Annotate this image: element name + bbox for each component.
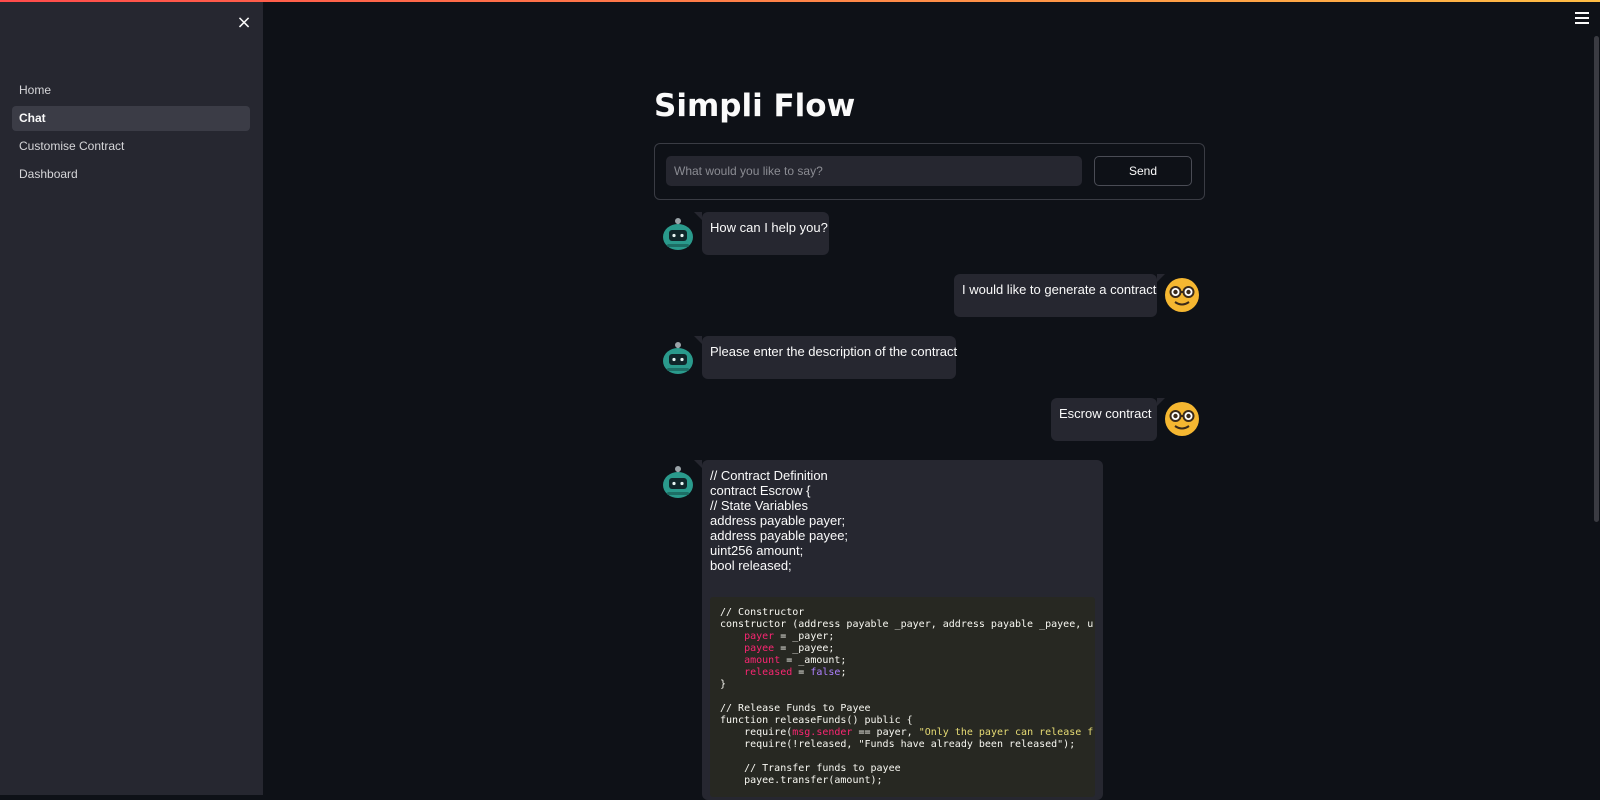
message-bubble: I would like to generate a contract [954, 274, 1165, 317]
text-line: // Contract Definition [710, 468, 828, 483]
sidebar-item-home[interactable]: Home [12, 78, 250, 103]
code-line: } [720, 679, 727, 690]
code-line: // Release Funds to Payee [720, 703, 871, 714]
code-line: payee = _payee; [720, 643, 1095, 655]
code-line: require(!released, "Funds have already b… [720, 739, 1076, 750]
nerd-face-icon [1165, 278, 1199, 312]
text-line: address payable payee; [710, 528, 849, 543]
close-icon: × [236, 12, 252, 33]
message-text: I would like to generate a contract [962, 282, 1157, 297]
code-line: constructor (address payable _payer, add… [720, 619, 1094, 630]
text-line: address payable payer; [710, 513, 846, 528]
close-sidebar-button[interactable]: × [235, 14, 253, 32]
code-token: = _payer; [774, 631, 835, 642]
code-token: = _amount; [780, 655, 847, 666]
message-bubble: Escrow contract [1051, 398, 1165, 441]
text-line: uint256 amount; [710, 543, 804, 558]
code-line: require(msg.sender == payer, "Only the p… [720, 727, 1095, 739]
code-block[interactable]: // Constructor constructor (address paya… [710, 597, 1095, 797]
code-line: payer = _payer; [720, 631, 1095, 643]
message-bubble: Please enter the description of the cont… [694, 336, 958, 379]
robot-icon [663, 218, 693, 250]
code-token: amount [744, 655, 781, 666]
chat-form: Send [654, 143, 1205, 200]
sidebar-item-dashboard[interactable]: Dashboard [12, 162, 250, 187]
code-token: ; [840, 667, 847, 678]
message-text: How can I help you? [710, 220, 828, 235]
code-token: = [792, 667, 811, 678]
sidebar-item-customise-contract[interactable]: Customise Contract [12, 134, 250, 159]
text-line: contract Escrow { [710, 483, 811, 498]
scrollbar[interactable] [1594, 36, 1599, 522]
code-token: msg.sender [792, 727, 853, 738]
message-bubble: // Contract Definition contract Escrow {… [694, 460, 1103, 800]
message-bubble: How can I help you? [694, 212, 829, 255]
page-title: Simpli Flow [654, 88, 856, 124]
code-token: = _payee; [774, 643, 835, 654]
code-line: // Transfer funds to payee [720, 763, 901, 774]
message-text: // Contract Definition contract Escrow {… [710, 468, 1095, 573]
sidebar-nav: Home Chat Customise Contract Dashboard [12, 78, 250, 190]
code-token: payee [744, 643, 775, 654]
hamburger-line [1575, 17, 1589, 19]
code-token: == payer, [852, 727, 919, 738]
sidebar: × Home Chat Customise Contract Dashboard [0, 2, 263, 795]
text-line: bool released; [710, 558, 792, 573]
message-text: Escrow contract [1059, 406, 1152, 421]
code-line: payee.transfer(amount); [720, 775, 883, 786]
code-token: false [810, 667, 841, 678]
message-text: Please enter the description of the cont… [710, 344, 958, 359]
hamburger-line [1575, 22, 1589, 24]
sidebar-item-chat[interactable]: Chat [12, 106, 250, 131]
code-line: function releaseFunds() public { [720, 715, 913, 726]
robot-icon [663, 466, 693, 498]
code-line: released = false; [720, 667, 1095, 679]
code-token: "Only the payer can release f [918, 727, 1094, 738]
code-token: released [744, 667, 793, 678]
nerd-face-icon [1165, 402, 1199, 436]
code-line: // Constructor [720, 607, 805, 618]
main-menu-button[interactable] [1575, 12, 1589, 26]
text-line: // State Variables [710, 498, 809, 513]
code-token: require( [720, 727, 793, 738]
hamburger-menu-icon [1575, 12, 1589, 14]
code-line: amount = _amount; [720, 655, 1095, 667]
chat-input[interactable] [666, 156, 1082, 186]
robot-icon [663, 342, 693, 374]
code-token: payer [744, 631, 775, 642]
send-button[interactable]: Send [1094, 156, 1192, 186]
